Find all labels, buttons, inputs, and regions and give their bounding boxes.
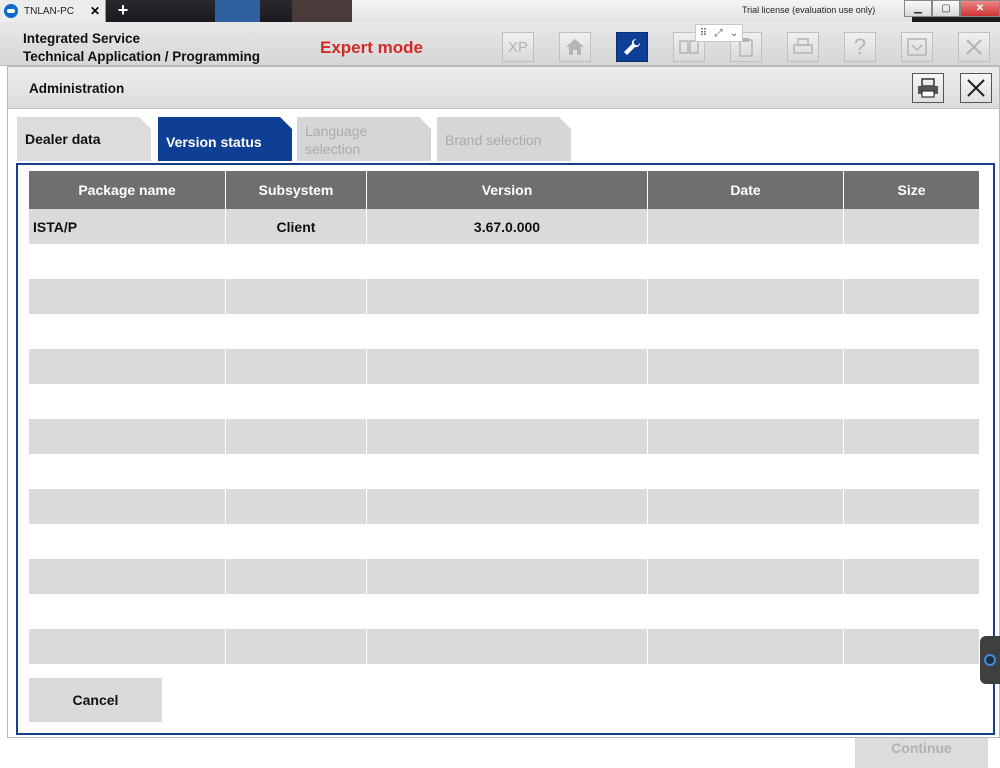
- empty-table-row: [29, 559, 979, 594]
- maximize-button[interactable]: ▢: [932, 0, 960, 17]
- tab-label: Brand selection: [445, 132, 542, 148]
- empty-table-row: [29, 489, 979, 524]
- app-title-line2: Technical Application / Programming: [23, 49, 261, 64]
- add-session-button[interactable]: +: [112, 0, 134, 22]
- print-button[interactable]: [787, 32, 819, 62]
- version-table: Package name Subsystem Version Date Size…: [29, 171, 979, 664]
- collapse-icon: [907, 38, 927, 56]
- empty-table-row: [29, 279, 979, 314]
- service-functions-button[interactable]: [616, 32, 648, 62]
- teamviewer-icon: [984, 654, 996, 666]
- tab-version-status[interactable]: Version status: [158, 117, 292, 161]
- home-button[interactable]: [559, 32, 591, 62]
- table-row[interactable]: ISTA/P Client 3.67.0.000: [29, 209, 979, 244]
- close-session-icon[interactable]: ✕: [90, 4, 100, 18]
- empty-table-row: [29, 454, 979, 489]
- help-icon: ?: [853, 34, 867, 59]
- tab-label: Version status: [166, 134, 262, 150]
- app-header: Integrated Service Technical Application…: [0, 22, 1000, 66]
- remote-session-bar: TNLAN-PC ✕ + Trial license (evaluation u…: [0, 0, 1000, 22]
- xp-button[interactable]: XP: [502, 32, 534, 62]
- help-button[interactable]: ?: [844, 32, 876, 62]
- close-icon: [966, 39, 982, 55]
- home-icon: [566, 39, 584, 55]
- printer-icon: [918, 78, 938, 98]
- window-close-button[interactable]: ✕: [960, 0, 1000, 17]
- column-header-size[interactable]: Size: [844, 171, 979, 209]
- cancel-button[interactable]: Cancel: [29, 678, 162, 722]
- administration-dialog: Administration Dealer data Version statu…: [7, 66, 1000, 738]
- remote-floating-toolbar[interactable]: ⠿ ⤢ ⌄: [695, 24, 743, 42]
- trial-license-text: Trial license (evaluation use only): [742, 5, 876, 15]
- tab-label-line2: selection: [305, 141, 361, 157]
- dialog-header: Administration: [8, 67, 999, 109]
- empty-table-row: [29, 384, 979, 419]
- remote-desktop-thumbnail: [292, 0, 352, 22]
- version-status-panel: Package name Subsystem Version Date Size…: [16, 163, 995, 735]
- close-icon: [967, 79, 985, 97]
- app-title-line1: Integrated Service: [23, 31, 141, 46]
- mode-indicator: Expert mode: [320, 38, 423, 57]
- tab-label-line1: Language: [305, 123, 368, 139]
- tab-label: Dealer data: [25, 131, 101, 147]
- dialog-print-button[interactable]: [912, 73, 944, 103]
- grid-icon: ⠿: [699, 27, 708, 39]
- dialog-title: Administration: [29, 81, 125, 96]
- remote-side-panel-handle[interactable]: [980, 636, 1000, 684]
- empty-table-row: [29, 629, 979, 664]
- cell-subsystem: Client: [226, 209, 367, 244]
- continue-button[interactable]: Continue: [855, 738, 988, 768]
- dialog-close-button[interactable]: [960, 73, 992, 103]
- exit-app-button[interactable]: [958, 32, 990, 62]
- app-title: Integrated Service Technical Application…: [23, 30, 260, 66]
- fullscreen-icon: ⤢: [714, 27, 723, 39]
- teamviewer-icon: [4, 4, 18, 18]
- xp-label: XP: [507, 38, 528, 56]
- empty-table-row: [29, 419, 979, 454]
- column-header-subsystem[interactable]: Subsystem: [226, 171, 367, 209]
- empty-table-row: [29, 244, 979, 279]
- minimize-app-button[interactable]: [901, 32, 933, 62]
- tab-dealer-data[interactable]: Dealer data: [17, 117, 151, 161]
- empty-table-row: [29, 314, 979, 349]
- wrench-icon: [624, 38, 641, 55]
- tab-brand-selection[interactable]: Brand selection: [437, 117, 571, 161]
- column-header-package-name[interactable]: Package name: [29, 171, 226, 209]
- remote-desktop-thumbnail: [215, 0, 260, 22]
- remote-session-tab[interactable]: TNLAN-PC ✕: [0, 0, 106, 22]
- chevron-down-icon: ⌄: [729, 27, 739, 39]
- printer-icon: [793, 38, 813, 54]
- minimize-button[interactable]: ▁: [904, 0, 932, 17]
- empty-table-row: [29, 594, 979, 629]
- empty-table-row: [29, 349, 979, 384]
- empty-table-row: [29, 524, 979, 559]
- cell-version: 3.67.0.000: [367, 209, 648, 244]
- cell-date: [648, 209, 844, 244]
- cell-size: [844, 209, 979, 244]
- column-header-date[interactable]: Date: [648, 171, 844, 209]
- tab-language-selection[interactable]: Language selection: [297, 117, 431, 161]
- cell-package-name: ISTA/P: [29, 209, 226, 244]
- window-controls: ▁ ▢ ✕: [904, 0, 1000, 17]
- column-header-version[interactable]: Version: [367, 171, 648, 209]
- table-header-row: Package name Subsystem Version Date Size: [29, 171, 979, 209]
- remote-session-tab-label: TNLAN-PC: [24, 5, 75, 17]
